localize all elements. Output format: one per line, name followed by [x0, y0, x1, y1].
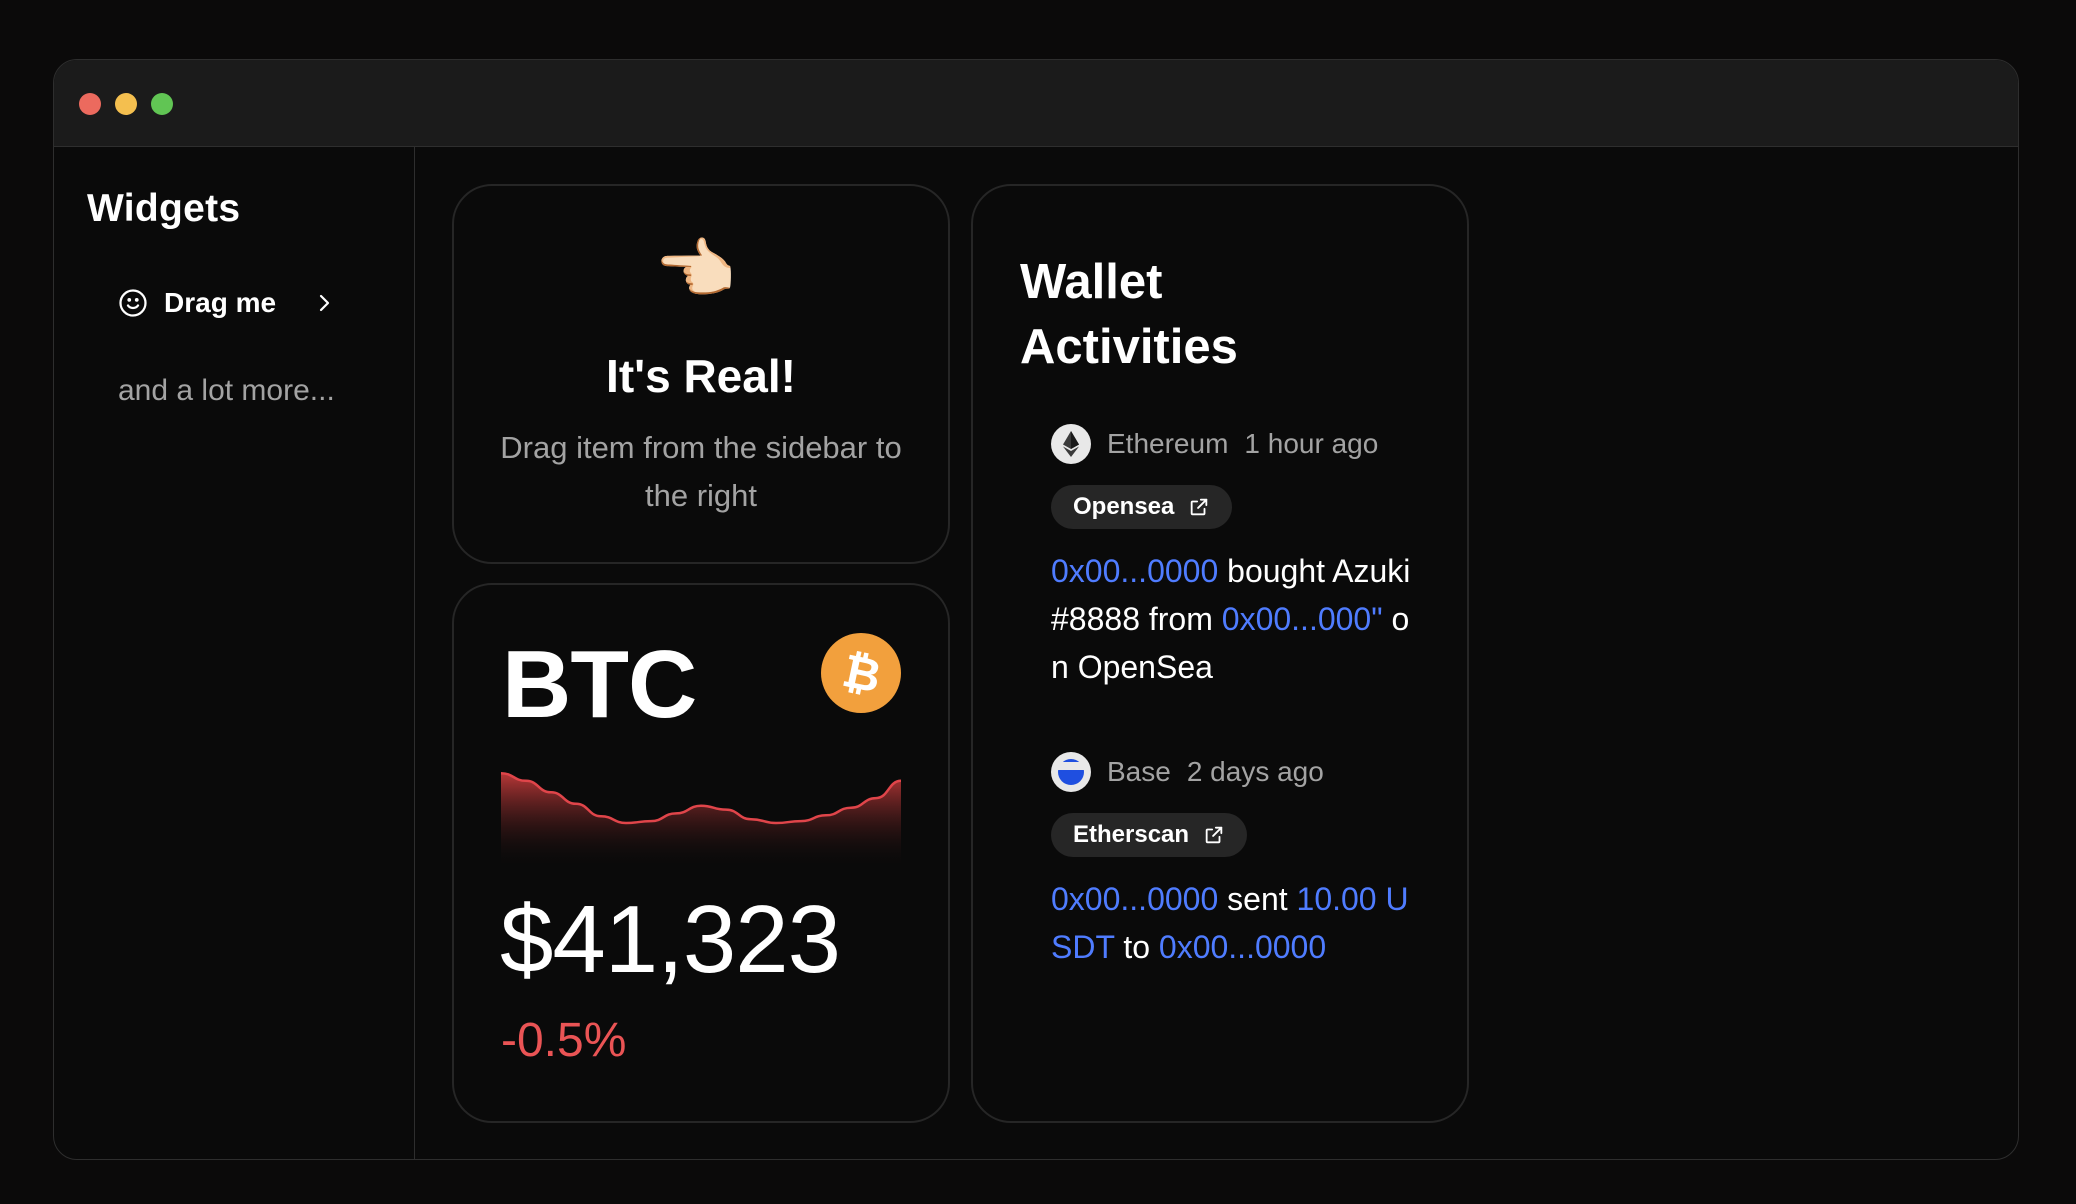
more-widgets-text: and a lot more...: [118, 374, 335, 407]
wallet-activities-card[interactable]: Wallet Activities Ethereum 1 hour ago Op…: [971, 184, 1469, 1123]
etherscan-link-button[interactable]: Etherscan: [1051, 813, 1248, 857]
btc-symbol: BTC: [502, 631, 697, 738]
card-description: Drag item from the sidebar to the right: [500, 430, 902, 513]
explorer-label: Etherscan: [1073, 821, 1190, 848]
address-link[interactable]: 0x00...0000: [1051, 881, 1218, 917]
activity-header: Base 2 days ago: [1051, 751, 1411, 793]
opensea-link-button[interactable]: Opensea: [1051, 485, 1233, 529]
btc-change: -0.5%: [501, 1014, 627, 1067]
wallet-title-line2: Activities: [1020, 320, 1238, 374]
wallet-title: Wallet Activities: [1020, 250, 1238, 380]
card-title: It's Real!: [606, 350, 796, 402]
app-window: Widgets Drag me and a lot more... 👈🏻 It'…: [53, 59, 2019, 1160]
activity-text: sent: [1218, 881, 1297, 917]
drag-me-label: Drag me: [164, 287, 277, 318]
sidebar-title: Widgets: [87, 187, 241, 230]
close-window-button[interactable]: [79, 93, 101, 115]
activity-time: 2 days ago: [1186, 756, 1324, 787]
ethereum-icon: [1051, 424, 1091, 464]
activity-description: 0x00...0000 sent 10.00 USDT to 0x00...00…: [1051, 875, 1411, 971]
activity-item: Base 2 days ago Etherscan 0x00...0000 se…: [1051, 751, 1411, 971]
drag-me-item[interactable]: Drag me: [118, 282, 358, 324]
btc-card[interactable]: BTC ₿ $41,323 -0.5%: [452, 583, 950, 1123]
sidebar: Widgets Drag me and a lot more...: [54, 147, 415, 1159]
explorer-label: Opensea: [1073, 493, 1175, 520]
bitcoin-icon: ₿: [821, 633, 901, 713]
base-icon: [1051, 752, 1091, 792]
activity-chain: Ethereum: [1107, 428, 1229, 459]
address-link[interactable]: 0x00...000": [1222, 601, 1383, 637]
activity-time: 1 hour ago: [1244, 428, 1379, 459]
btc-price: $41,323: [500, 886, 841, 993]
minimize-window-button[interactable]: [115, 93, 137, 115]
maximize-window-button[interactable]: [151, 93, 173, 115]
activity-text: to: [1114, 929, 1159, 965]
pointing-hand-icon: 👈🏻: [654, 232, 737, 306]
btc-price-chart: [501, 771, 901, 869]
activity-item: Ethereum 1 hour ago Opensea 0x00...0000 …: [1051, 423, 1411, 691]
address-link[interactable]: 0x00...0000: [1159, 929, 1326, 965]
activity-header: Ethereum 1 hour ago: [1051, 423, 1411, 465]
chevron-right-icon: [319, 294, 330, 312]
its-real-card[interactable]: 👈🏻 It's Real! Drag item from the sidebar…: [452, 184, 950, 564]
external-link-icon: [1205, 826, 1223, 844]
chart-area: [501, 773, 901, 869]
smile-icon: [119, 289, 147, 317]
address-link[interactable]: 0x00...0000: [1051, 553, 1218, 589]
activity-description: 0x00...0000 bought Azuki #8888 from 0x00…: [1051, 547, 1411, 691]
title-bar: [54, 60, 2018, 147]
wallet-title-line1: Wallet: [1020, 255, 1163, 309]
external-link-icon: [1191, 498, 1208, 516]
activity-chain: Base: [1107, 756, 1171, 787]
